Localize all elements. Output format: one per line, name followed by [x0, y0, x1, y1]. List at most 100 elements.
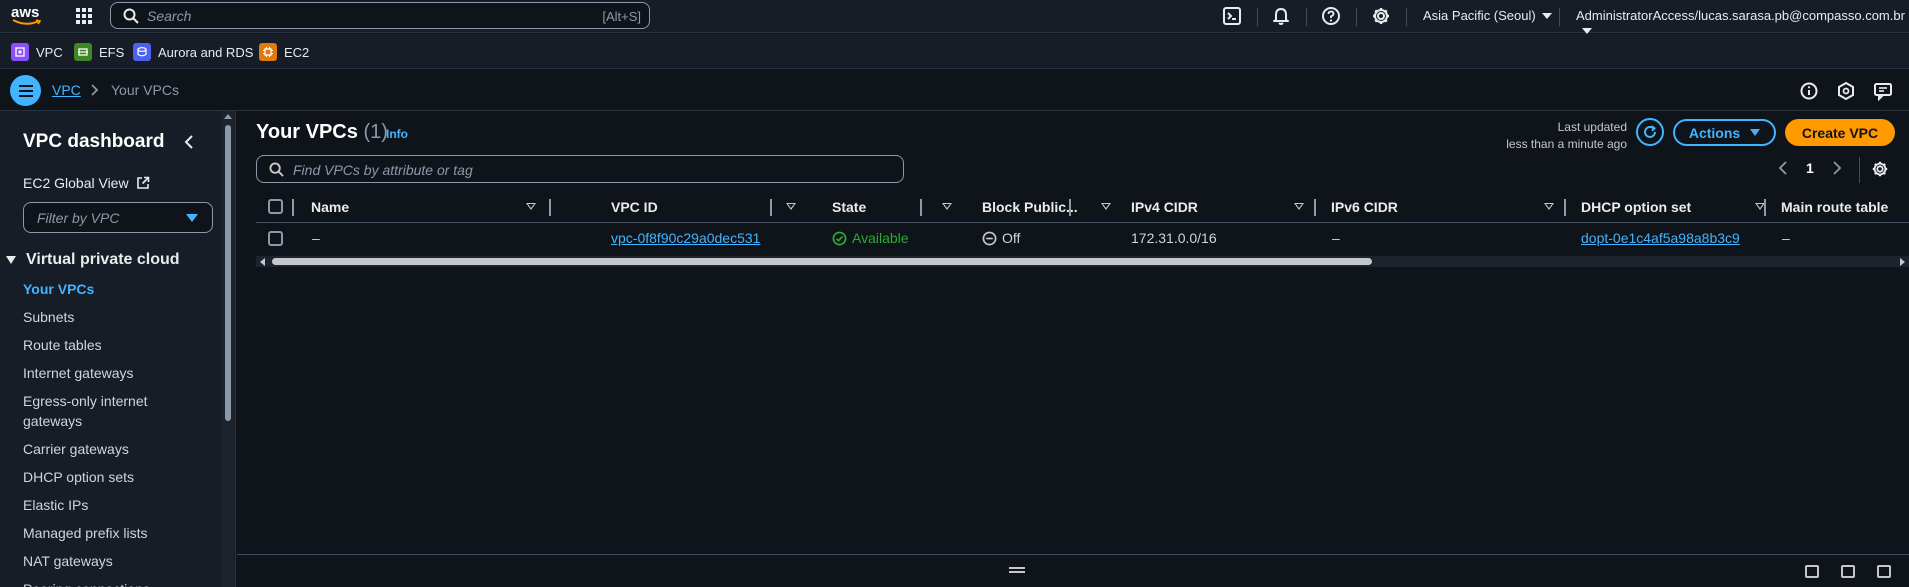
cloudshell-icon[interactable] [1222, 6, 1242, 26]
column-label: IPv6 CIDR [1331, 199, 1398, 215]
search-icon [269, 162, 284, 177]
sidebar-item-egress-only-internet-gateways[interactable]: Egress-only internet gateways [23, 391, 183, 431]
sort-icon[interactable] [1544, 203, 1554, 210]
last-updated: Last updated less than a minute ago [1506, 119, 1627, 153]
split-panel-bar [237, 554, 1909, 587]
vpc-search-placeholder: Find VPCs by attribute or tag [293, 162, 473, 178]
filter-by-vpc-select[interactable]: Filter by VPC [23, 202, 213, 233]
sidebar-item-subnets[interactable]: Subnets [23, 307, 183, 327]
global-search-input[interactable]: Search [Alt+S] [110, 2, 650, 29]
sort-icon[interactable] [786, 203, 796, 210]
pagination: 1 [1778, 160, 1842, 176]
create-vpc-button[interactable]: Create VPC [1785, 119, 1895, 146]
column-header-vpc-id[interactable]: VPC ID [611, 191, 801, 223]
refresh-button[interactable] [1636, 118, 1664, 146]
settings-gear-icon[interactable] [1371, 6, 1391, 26]
top-navigation: aws Search [Alt+S] Asia Pacific (Seoul) … [0, 0, 1909, 34]
notifications-bell-icon[interactable] [1271, 6, 1291, 26]
breadcrumb-vpc-link[interactable]: VPC [52, 82, 81, 98]
panel-split-icon[interactable] [1841, 565, 1855, 578]
favorite-efs[interactable]: EFS [74, 43, 124, 61]
sidebar-item-route-tables[interactable]: Route tables [23, 335, 183, 355]
scrollbar-thumb[interactable] [225, 125, 231, 421]
column-label: DHCP option set [1581, 199, 1692, 215]
scroll-left-arrow[interactable] [260, 258, 265, 266]
favorite-vpc[interactable]: VPC [11, 43, 63, 61]
current-page-number[interactable]: 1 [1806, 160, 1814, 176]
caret-down-icon [6, 256, 16, 264]
help-icon[interactable] [1321, 6, 1341, 26]
services-menu-icon[interactable] [74, 6, 94, 26]
info-panel-icon[interactable] [1799, 81, 1819, 101]
split-panel-resize-handle[interactable] [1009, 567, 1025, 573]
info-link[interactable]: Info [386, 127, 408, 141]
vpc-search-input[interactable]: Find VPCs by attribute or tag [256, 155, 904, 183]
column-header-block-public-access[interactable]: Block Public... [982, 191, 1117, 223]
vpc-count: (1) [363, 121, 388, 143]
region-selector[interactable]: Asia Pacific (Seoul) [1423, 8, 1552, 23]
favorite-aurora-rds[interactable]: Aurora and RDS [133, 43, 253, 61]
actions-label: Actions [1688, 124, 1741, 141]
favorite-ec2[interactable]: EC2 [259, 43, 309, 61]
section-virtual-private-cloud[interactable]: Virtual private cloud [6, 251, 180, 269]
sidebar-item-your-vpcs[interactable]: Your VPCs [23, 279, 183, 299]
column-header-name[interactable]: Name [311, 191, 541, 223]
sidebar-item-elastic-ips[interactable]: Elastic IPs [23, 495, 183, 515]
cell-state: Available [832, 230, 909, 246]
column-header-ipv4-cidr[interactable]: IPv4 CIDR [1131, 191, 1311, 223]
panel-bottom-icon[interactable] [1805, 565, 1819, 578]
sidebar-item-dhcp-option-sets[interactable]: DHCP option sets [23, 467, 183, 487]
sort-icon[interactable] [526, 203, 536, 210]
caret-down-icon [1750, 129, 1761, 136]
table-row[interactable]: – vpc-0f8f90c29a0dec531 Available Off 17… [256, 224, 1909, 254]
sort-icon[interactable] [1101, 203, 1111, 210]
favorite-label: Aurora and RDS [158, 44, 254, 60]
scrollbar-thumb[interactable] [272, 258, 1372, 265]
favorite-label: VPC [36, 44, 63, 60]
sidebar-item-managed-prefix-lists[interactable]: Managed prefix lists [23, 523, 183, 543]
next-page-icon[interactable] [1832, 160, 1842, 176]
section-label: Virtual private cloud [26, 251, 180, 268]
sidebar-title[interactable]: VPC dashboard [23, 131, 164, 153]
search-placeholder: Search [147, 8, 192, 24]
column-header-state[interactable]: State [832, 191, 957, 223]
block-public-label: Off [1002, 230, 1021, 246]
actions-dropdown-button[interactable]: Actions [1673, 119, 1776, 146]
sidebar-item-nat-gateways[interactable]: NAT gateways [23, 551, 183, 571]
collapse-sidebar-icon[interactable] [183, 134, 195, 150]
sidebar-item-internet-gateways[interactable]: Internet gateways [23, 363, 183, 383]
breadcrumb-current: Your VPCs [111, 82, 179, 98]
region-label: Asia Pacific (Seoul) [1423, 8, 1536, 23]
aws-logo[interactable]: aws [11, 4, 45, 28]
column-header-main-route-table[interactable]: Main route table [1781, 191, 1906, 223]
chevron-right-icon [91, 84, 99, 96]
select-all-checkbox[interactable] [268, 199, 283, 214]
table-header: Name VPC ID State Block Public... IPv4 C… [256, 191, 1909, 223]
column-header-ipv6-cidr[interactable]: IPv6 CIDR [1331, 191, 1556, 223]
ec2-global-view-link[interactable]: EC2 Global View [23, 175, 150, 191]
security-hub-icon[interactable] [1836, 81, 1856, 101]
sort-icon[interactable] [1294, 203, 1304, 210]
sidebar-item-carrier-gateways[interactable]: Carrier gateways [23, 439, 183, 459]
scroll-up-arrow[interactable] [224, 114, 232, 119]
sidebar-scrollbar[interactable] [222, 111, 234, 587]
row-select-checkbox[interactable] [268, 231, 283, 246]
cell-ipv6-cidr: – [1332, 230, 1340, 246]
cell-main-route-table: – [1782, 230, 1790, 246]
sidebar-menu: Your VPCs Subnets Route tables Internet … [23, 279, 183, 587]
navigation-menu-button[interactable] [10, 75, 41, 106]
feedback-icon[interactable] [1873, 81, 1893, 102]
status-available-icon [832, 231, 847, 245]
page-title-text: Your VPCs [256, 121, 358, 143]
table-horizontal-scrollbar[interactable] [256, 256, 1909, 267]
sidebar-item-peering-connections[interactable]: Peering connections [23, 579, 183, 587]
ec2-global-view-label: EC2 Global View [23, 175, 129, 191]
table-preferences-gear-icon[interactable] [1871, 160, 1889, 178]
panel-side-icon[interactable] [1877, 565, 1891, 578]
scroll-right-arrow[interactable] [1900, 258, 1905, 266]
previous-page-icon[interactable] [1778, 160, 1788, 176]
cell-dhcp-option-set-link[interactable]: dopt-0e1c4af5a98a8b3c9 [1581, 230, 1740, 246]
cell-vpc-id-link[interactable]: vpc-0f8f90c29a0dec531 [611, 230, 760, 246]
sort-icon[interactable] [942, 203, 952, 210]
column-header-dhcp-option-set[interactable]: DHCP option set [1581, 191, 1766, 223]
